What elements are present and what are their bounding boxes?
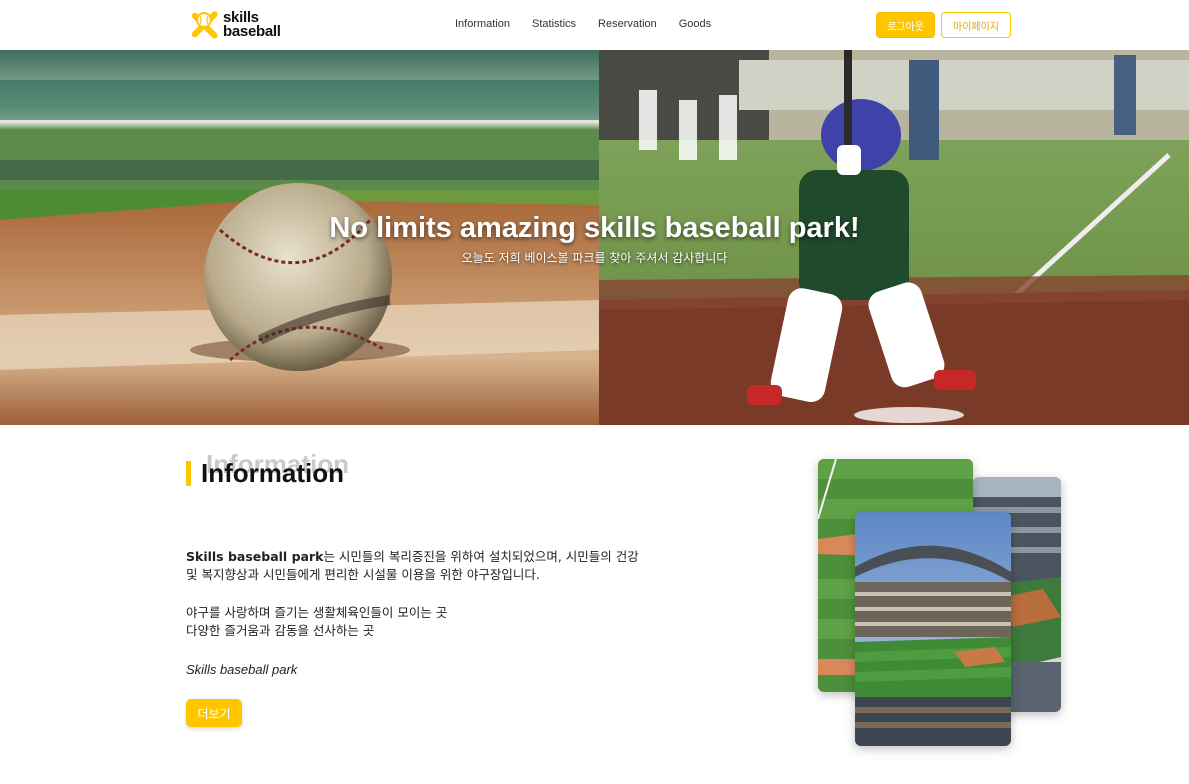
logo-text: skills baseball bbox=[223, 10, 281, 40]
nav-statistics[interactable]: Statistics bbox=[532, 18, 576, 30]
nav-goods[interactable]: Goods bbox=[679, 18, 711, 30]
main-nav: Information Statistics Reservation Goods bbox=[455, 18, 711, 30]
hero-title: No limits amazing skills baseball park! bbox=[329, 212, 860, 244]
info-heading: Information bbox=[201, 458, 344, 488]
site-logo[interactable]: skills baseball bbox=[186, 6, 281, 44]
info-paragraph-1: Skills baseball park는 시민들의 복리증진을 위하여 설치되… bbox=[186, 548, 646, 584]
nav-information[interactable]: Information bbox=[455, 18, 510, 30]
hero-banner: No limits amazing skills baseball park! … bbox=[0, 50, 1189, 425]
logout-button[interactable]: 로그아웃 bbox=[876, 12, 935, 38]
site-header: skills baseball Information Statistics R… bbox=[0, 0, 1189, 50]
crossed-bats-baseball-icon bbox=[191, 11, 218, 39]
logo-line2: baseball bbox=[223, 23, 281, 40]
heading-accent-bar bbox=[186, 461, 191, 486]
hero-subtitle: 오늘도 저희 베이스볼 파크를 찾아 주셔서 감사합니다 bbox=[461, 251, 728, 265]
nav-reservation[interactable]: Reservation bbox=[598, 18, 657, 30]
info-paragraph-2: 야구를 사랑하며 즐기는 생활체육인들이 모이는 곳 다양한 즐거움과 감동을 … bbox=[186, 604, 646, 640]
mypage-button[interactable]: 마이페이지 bbox=[941, 12, 1011, 38]
info-signature: Skills baseball park bbox=[186, 662, 298, 677]
park-name-strong: Skills baseball park bbox=[186, 549, 324, 564]
more-button[interactable]: 더보기 bbox=[186, 699, 242, 727]
info-paragraph-2-line1: 야구를 사랑하며 즐기는 생활체육인들이 모이는 곳 bbox=[186, 605, 448, 620]
stadium-photo-front bbox=[855, 512, 1011, 746]
info-paragraph-2-line2: 다양한 즐거움과 감동을 선사하는 곳 bbox=[186, 623, 375, 638]
